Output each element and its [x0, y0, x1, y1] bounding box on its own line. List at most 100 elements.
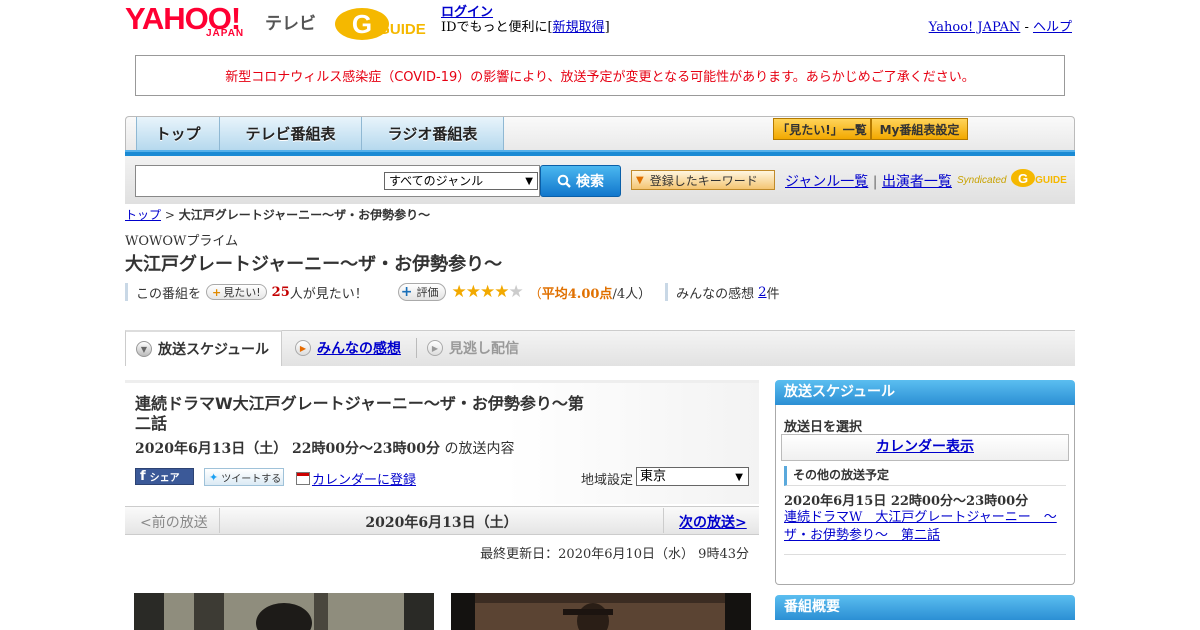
calendar-icon — [296, 472, 310, 485]
tweet-button[interactable]: ✦ ツイートする — [204, 468, 284, 486]
top-link-separator: - — [1024, 20, 1029, 35]
sidebar-schedule-header: 放送スケジュール — [775, 380, 1075, 405]
mitai-prefix: この番組を — [136, 286, 202, 302]
star-filled-icon: ★ — [465, 282, 481, 302]
facebook-icon: f — [140, 469, 146, 484]
datebar-separator — [663, 508, 664, 533]
mitai-button-label: 見たい! — [223, 286, 261, 299]
region-select[interactable]: 東京 ▼ — [636, 467, 749, 486]
calendar-view-button[interactable]: カレンダー表示 — [781, 434, 1069, 461]
breadcrumb-separator: > — [164, 208, 175, 222]
login-sub-prefix: IDでもっと便利に[ — [441, 20, 553, 35]
other-schedule-date: 2020年6月15日 22時00分～23時00分 — [784, 494, 1029, 509]
covid-notice: 新型コロナウィルス感染症（COVID-19）の影響により、放送予定が変更となる可… — [135, 55, 1065, 96]
my-schedule-settings-button[interactable]: My番組表設定 — [871, 118, 968, 140]
mitai-list-button[interactable]: 「見たい!」一覧 — [773, 118, 871, 140]
other-schedule-link[interactable]: 連続ドラマW 大江戸グレートジャーニー ～ザ・お伊勢参り～ 第二話 — [784, 509, 1066, 545]
channel-name: WOWOWプライム — [125, 234, 239, 249]
search-links: ジャンル一覧 | 出演者一覧 — [785, 171, 952, 191]
impressions-suffix: 件 — [766, 286, 780, 302]
impressions-count-link[interactable]: 2 — [758, 285, 766, 300]
episode-photo-2[interactable] — [451, 593, 751, 630]
search-button-label: 検索 — [576, 174, 604, 190]
star-empty-icon: ★ — [508, 282, 524, 302]
search-link-separator: | — [872, 174, 878, 190]
genre-list-link[interactable]: ジャンル一覧 — [785, 174, 868, 190]
tab-broadcast-schedule[interactable]: ▼ 放送スケジュール — [125, 330, 282, 366]
impressions-prefix: みんなの感想 — [676, 286, 755, 302]
average-score: 平均4.00点 — [541, 286, 613, 302]
region-label: 地域設定 — [581, 473, 634, 488]
star-filled-icon: ★ — [451, 282, 467, 302]
tab-broadcast-schedule-label: 放送スケジュール — [158, 342, 270, 358]
search-icon — [557, 174, 571, 188]
breadcrumb-current: 大江戸グレートジャーニー～ザ・お伊勢参り～ — [178, 208, 431, 222]
chevron-down-icon: ▼ — [136, 341, 152, 357]
mitai-button[interactable]: + 見たい! — [206, 284, 267, 300]
search-button[interactable]: 検索 — [540, 165, 621, 197]
twitter-bird-icon: ✦ — [209, 470, 219, 484]
episode-datetime-value: 2020年6月13日（土） 22時00分～23時00分 — [135, 441, 440, 457]
nav-tab-radio-schedule[interactable]: ラジオ番組表 — [362, 117, 504, 150]
rate-button[interactable]: + 評価 — [397, 283, 446, 301]
star-filled-icon: ★ — [494, 282, 509, 302]
region-select-value: 東京 — [640, 469, 667, 484]
registered-keyword-button[interactable]: ▼ 登録したキーワード — [631, 170, 775, 190]
tv-logo-label: テレビ — [265, 14, 316, 34]
page-title: 大江戸グレートジャーニー～ザ・お伊勢参り～ — [125, 254, 503, 275]
yahoo-japan-label: JAPAN — [206, 28, 245, 39]
triangle-down-icon: ▼ — [636, 174, 644, 186]
syndicated-gguide-logo: Syndicated G GUIDE — [957, 166, 1069, 190]
tab-vod-label: 見逃し配信 — [449, 341, 519, 357]
genre-select-value: すべてのジャンル — [389, 174, 484, 188]
genre-select[interactable]: すべてのジャンル ▼ — [384, 172, 538, 190]
facebook-share-label: シェア — [149, 473, 180, 484]
episode-photo-1[interactable] — [134, 593, 434, 630]
mitai-count: 25 — [271, 284, 290, 300]
current-broadcast-date: 2020年6月13日（土） — [365, 515, 518, 531]
tab-impressions-label: みんなの感想 — [317, 341, 401, 357]
tweet-button-label: ツイートする — [221, 473, 282, 485]
average-people: /4人） — [612, 286, 652, 302]
registered-keyword-label: 登録したキーワード — [649, 173, 758, 188]
login-sub-suffix: ] — [604, 20, 610, 35]
syndicated-text: Syndicated — [957, 175, 1007, 186]
svg-text:G: G — [352, 9, 372, 39]
next-broadcast-link[interactable]: 次の放送> — [679, 512, 747, 532]
calendar-register-link[interactable]: カレンダーに登録 — [296, 469, 416, 488]
gguide-logo[interactable]: G GUIDE — [334, 6, 434, 42]
signup-link[interactable]: 新規取得 — [553, 20, 605, 35]
star-filled-icon: ★ — [480, 282, 495, 302]
nav-tab-top[interactable]: トップ — [136, 117, 220, 150]
last-updated: 最終更新日：2020年6月10日（水） 9時43分 — [480, 547, 749, 562]
chevron-down-icon: ▼ — [735, 472, 743, 483]
rating-stars: ★★★★★ — [451, 282, 524, 302]
help-link[interactable]: ヘルプ — [1033, 20, 1072, 35]
nav-tab-tv-schedule[interactable]: テレビ番組表 — [220, 117, 362, 150]
plus-icon: + — [212, 285, 222, 299]
yahoo-japan-link[interactable]: Yahoo! JAPAN — [929, 20, 1021, 35]
syndicated-gguide-text: GUIDE — [1035, 175, 1067, 186]
other-schedule-header: その他の放送予定 — [784, 466, 1066, 486]
rate-button-label: 評価 — [416, 286, 439, 299]
play-icon: ▶ — [427, 340, 443, 356]
tab-vod[interactable]: ▶ 見逃し配信 — [427, 330, 519, 366]
performer-list-link[interactable]: 出演者一覧 — [882, 174, 952, 190]
tab-impressions[interactable]: ▶ みんなの感想 — [295, 330, 401, 366]
top-right-links: Yahoo! JAPAN - ヘルプ — [929, 16, 1072, 35]
stats-divider — [125, 283, 128, 301]
breadcrumb-top-link[interactable]: トップ — [125, 208, 161, 222]
sidebar-divider — [784, 554, 1066, 555]
select-date-label: 放送日を選択 — [784, 420, 863, 435]
plus-icon: + — [400, 284, 413, 300]
facebook-share-button[interactable]: f シェア — [135, 468, 194, 485]
calendar-register-label: カレンダーに登録 — [312, 473, 417, 488]
prev-broadcast-link[interactable]: <前の放送 — [140, 512, 208, 532]
gguide-logo-text: GUIDE — [378, 21, 426, 38]
play-icon: ▶ — [295, 340, 311, 356]
average-rating: （平均4.00点/4人） — [529, 283, 651, 302]
program-stats-row: この番組を + 見たい! 25 人が見たい！ + 評価 ★★★★★ （平均4.00点… — [125, 282, 780, 302]
login-link[interactable]: ログイン — [441, 5, 493, 20]
episode-datetime: 2020年6月13日（土） 22時00分～23時00分 の放送内容 — [135, 438, 514, 458]
episode-title: 連続ドラマW大江戸グレートジャーニー～ザ・お伊勢参り～第二話 — [135, 394, 584, 433]
